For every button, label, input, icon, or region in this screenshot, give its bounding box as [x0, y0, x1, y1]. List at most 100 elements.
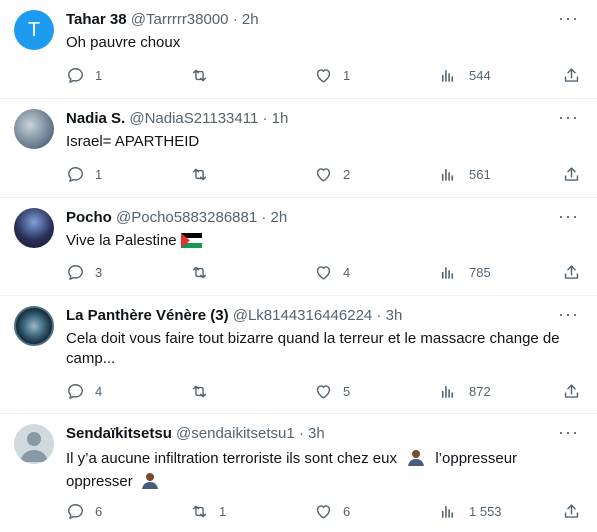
retweet-button[interactable] — [190, 262, 219, 282]
reply-icon — [68, 503, 83, 519]
display-name[interactable]: Nadia S. — [66, 110, 125, 127]
heart-icon — [316, 384, 331, 399]
views-button[interactable]: 561 — [438, 164, 491, 184]
tweet[interactable]: La Panthère Vénère (3) @Lk8144316446224 … — [0, 296, 597, 414]
more-options-icon[interactable]: ··· — [558, 422, 579, 443]
like-button[interactable]: 4 — [314, 262, 350, 282]
like-count: 6 — [343, 503, 351, 519]
views-icon — [441, 266, 454, 279]
share-button[interactable] — [562, 164, 581, 184]
retweet-icon — [192, 266, 207, 278]
like-button[interactable]: 2 — [314, 164, 350, 184]
share-button[interactable] — [562, 381, 581, 401]
reply-button[interactable]: 1 — [66, 65, 102, 85]
retweet-count: 1 — [219, 503, 227, 519]
tweet-text: Vive la Palestine — [66, 231, 581, 254]
more-options-icon[interactable]: ··· — [558, 304, 579, 325]
action-bar: 1 1 544 — [66, 65, 583, 85]
tweet[interactable]: Sendaïkitsetsu @sendaikitsetsu1 · 3h ···… — [0, 414, 597, 532]
user-handle[interactable]: @Tarrrrr38000 — [131, 11, 229, 28]
views-button[interactable]: 544 — [438, 65, 491, 85]
person-bowing-emoji-icon — [407, 449, 425, 472]
action-bar: 6 1 6 1 553 — [66, 501, 583, 521]
tweet-header: Tahar 38 @Tarrrrr38000 · 2h — [66, 10, 259, 30]
heart-icon — [316, 504, 331, 519]
views-button[interactable]: 1 553 — [438, 501, 502, 521]
user-handle[interactable]: @NadiaS21133411 — [129, 110, 258, 127]
share-icon — [564, 67, 579, 82]
tweet-header: Pocho @Pocho5883286881 · 2h — [66, 208, 287, 228]
share-button[interactable] — [562, 65, 581, 85]
reply-button[interactable]: 6 — [66, 501, 102, 521]
heart-icon — [316, 68, 331, 83]
display-name[interactable]: Sendaïkitsetsu — [66, 425, 172, 442]
views-button[interactable]: 872 — [438, 381, 491, 401]
retweet-button[interactable]: 1 — [190, 501, 226, 521]
reply-count: 1 — [95, 166, 103, 182]
share-icon — [564, 264, 579, 279]
like-button[interactable]: 1 — [314, 65, 350, 85]
user-handle[interactable]: @sendaikitsetsu1 — [176, 425, 295, 442]
tweet-text-line: Israel= APARTHEID — [66, 133, 200, 150]
tweet-text: Il y’a aucune infiltration terroriste il… — [66, 449, 581, 495]
retweet-button[interactable] — [190, 164, 219, 184]
views-button[interactable]: 785 — [438, 262, 491, 282]
more-options-icon[interactable]: ··· — [558, 107, 579, 128]
tweet-text-line: Oh pauvre choux — [66, 34, 181, 51]
display-name[interactable]: Pocho — [66, 209, 112, 226]
share-button[interactable] — [562, 262, 581, 282]
reply-count: 4 — [95, 383, 103, 399]
reply-icon — [68, 67, 83, 83]
tweet-text-line: Il y’a aucune infiltration terroriste il… — [66, 450, 397, 467]
reply-icon — [68, 166, 83, 182]
reply-button[interactable]: 3 — [66, 262, 102, 282]
tweet[interactable]: Nadia S. @NadiaS21133411 · 1h ··· Israel… — [0, 99, 597, 198]
timestamp[interactable]: 3h — [386, 307, 403, 324]
palestine-flag-icon — [180, 233, 202, 254]
share-icon — [564, 503, 579, 518]
more-options-icon[interactable]: ··· — [558, 206, 579, 227]
like-button[interactable]: 6 — [314, 501, 350, 521]
timestamp[interactable]: 2h — [271, 209, 288, 226]
view-count: 1 553 — [469, 503, 502, 519]
display-name[interactable]: La Panthère Vénère (3) — [66, 307, 229, 324]
timestamp[interactable]: 1h — [272, 110, 289, 127]
tweet-header: Nadia S. @NadiaS21133411 · 1h — [66, 109, 288, 129]
timestamp[interactable]: 2h — [242, 11, 259, 28]
tweet[interactable]: T Tahar 38 @Tarrrrr38000 · 2h ··· Oh pau… — [0, 0, 597, 99]
more-options-icon[interactable]: ··· — [558, 8, 579, 29]
share-icon — [564, 166, 579, 181]
retweet-button[interactable] — [190, 381, 219, 401]
user-handle[interactable]: @Lk8144316446224 — [233, 307, 373, 324]
avatar[interactable] — [14, 306, 54, 346]
like-button[interactable]: 5 — [314, 381, 350, 401]
tweet-text: Cela doit vous faire tout bizarre quand … — [66, 329, 581, 369]
view-count: 872 — [469, 383, 491, 399]
heart-icon — [316, 265, 331, 280]
tweet[interactable]: Pocho @Pocho5883286881 · 2h ··· Vive la … — [0, 198, 597, 296]
avatar[interactable] — [14, 208, 54, 248]
avatar[interactable]: T — [14, 10, 54, 50]
reply-button[interactable]: 1 — [66, 164, 102, 184]
display-name[interactable]: Tahar 38 — [66, 11, 127, 28]
tweet-text-line: Vive la Palestine — [66, 232, 177, 249]
user-handle[interactable]: @Pocho5883286881 — [116, 209, 257, 226]
views-icon — [441, 505, 454, 518]
tweet-text-line: camp... — [66, 350, 116, 367]
timestamp[interactable]: 3h — [308, 425, 325, 442]
tweet-text-line: Cela doit vous faire tout bizarre quand … — [66, 330, 560, 347]
view-count: 785 — [469, 264, 491, 280]
default-avatar[interactable] — [14, 424, 54, 464]
avatar[interactable] — [14, 109, 54, 149]
reply-icon — [68, 383, 83, 399]
retweet-button[interactable] — [190, 65, 219, 85]
person-silhouette-icon — [20, 432, 48, 462]
view-count: 544 — [469, 67, 491, 83]
separator: · — [298, 425, 304, 442]
retweet-icon — [192, 385, 207, 397]
share-icon — [564, 383, 579, 398]
share-button[interactable] — [562, 501, 581, 521]
reply-button[interactable]: 4 — [66, 381, 102, 401]
separator: · — [261, 209, 267, 226]
action-bar: 4 5 872 — [66, 381, 583, 401]
